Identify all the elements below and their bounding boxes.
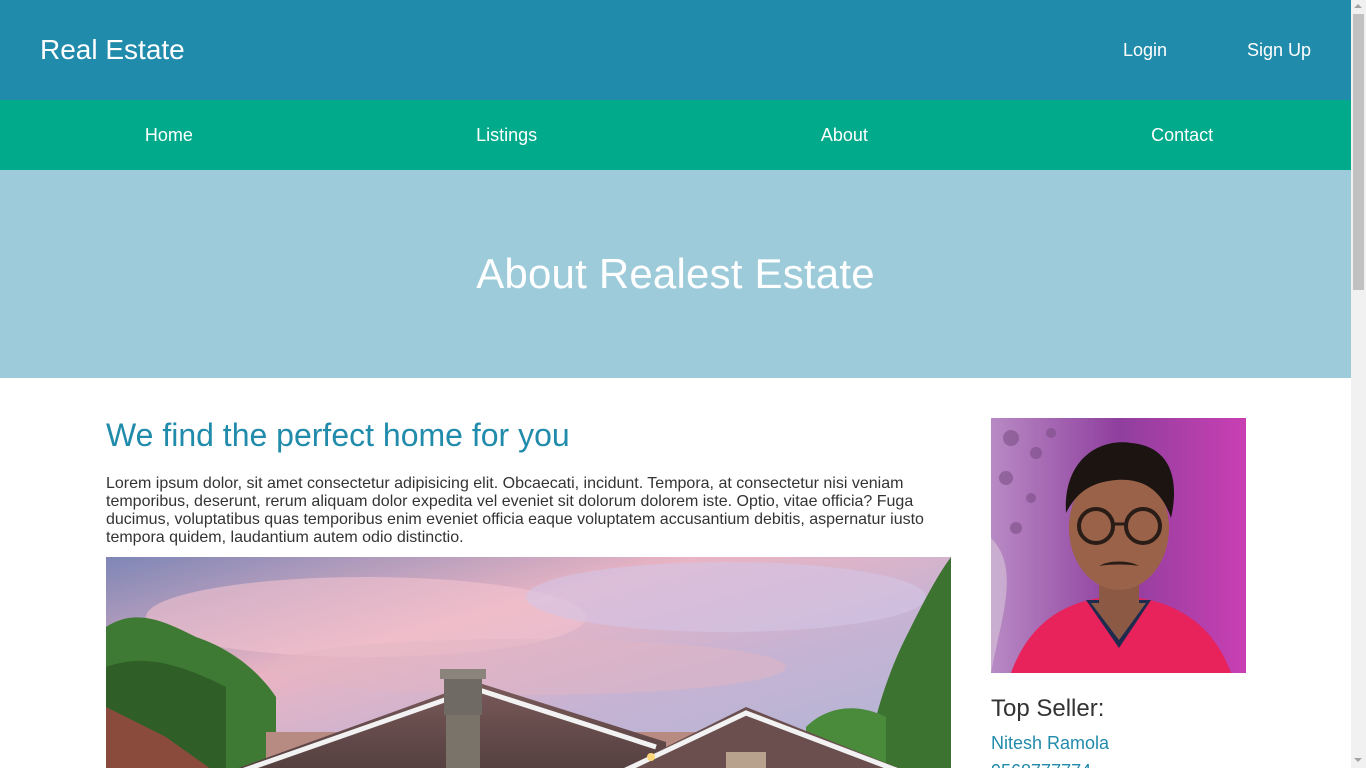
main-navbar: Home Listings About Contact <box>0 100 1351 170</box>
nav-item-contact[interactable]: Contact <box>1013 100 1351 170</box>
brand-logo-link[interactable]: Real Estate <box>40 33 185 67</box>
nav-item-home[interactable]: Home <box>0 100 338 170</box>
scroll-up-arrow-icon[interactable] <box>1354 4 1362 8</box>
page: Real Estate Login Sign Up Home Listings … <box>0 0 1351 768</box>
vertical-scrollbar[interactable] <box>1351 0 1366 768</box>
login-link[interactable]: Login <box>1123 39 1167 61</box>
hero-title: About Realest Estate <box>476 250 875 297</box>
signup-link[interactable]: Sign Up <box>1247 39 1311 61</box>
seller-name-link[interactable]: Nitesh Ramola <box>991 732 1109 754</box>
about-paragraph: Lorem ipsum dolor, sit amet consectetur … <box>106 475 924 546</box>
nav-item-about[interactable]: About <box>676 100 1014 170</box>
nav-item-listings[interactable]: Listings <box>338 100 676 170</box>
hero-banner: About Realest Estate <box>0 170 1351 378</box>
seller-phone-link[interactable]: 9568777774 <box>991 760 1091 768</box>
top-seller-photo <box>991 418 1246 673</box>
top-seller-heading: Top Seller: <box>991 695 1105 722</box>
section-title: We find the perfect home for you <box>106 417 570 453</box>
house-image <box>106 557 951 768</box>
scrollbar-thumb[interactable] <box>1353 14 1364 290</box>
scroll-down-arrow-icon[interactable] <box>1354 758 1362 762</box>
top-header: Real Estate Login Sign Up <box>0 0 1351 100</box>
